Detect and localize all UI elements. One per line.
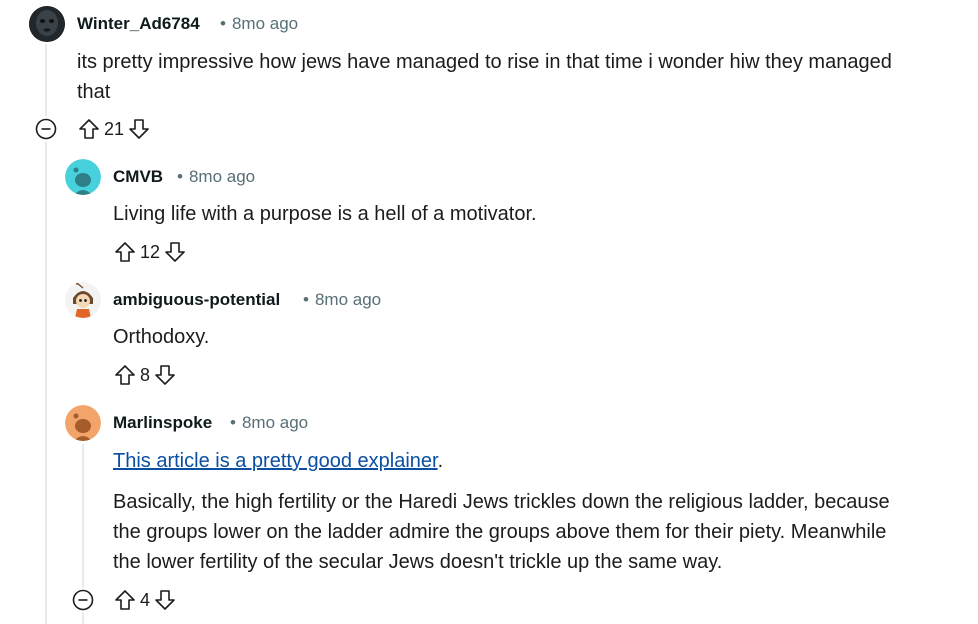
comment-body-line: Basically, the high fertility or the Har… — [113, 491, 890, 513]
comment-author[interactable]: Marlinspoke — [113, 413, 212, 433]
upvote-arrow-icon — [115, 590, 135, 610]
timestamp-text: 8mo ago — [241, 413, 309, 432]
vote-score: 12 — [140, 241, 161, 262]
separator-dot: • — [230, 413, 236, 432]
avatar[interactable] — [65, 282, 101, 318]
timestamp-text: 8mo ago — [188, 167, 256, 186]
comment-timestamp: • 8mo ago — [303, 290, 381, 310]
upvote-arrow-icon — [79, 119, 99, 139]
cartoon-character-avatar-icon — [65, 282, 101, 318]
vote-row: 21 — [76, 116, 152, 142]
comment-author[interactable]: ambiguous-potential — [113, 290, 280, 310]
comment-timestamp: • 8mo ago — [177, 167, 255, 187]
avatar[interactable] — [65, 159, 101, 195]
teal-snoo-avatar-icon — [65, 159, 101, 195]
downvote-arrow-icon — [165, 242, 185, 262]
downvote-arrow-icon — [155, 365, 175, 385]
vote-score: 4 — [140, 589, 151, 610]
comment-body-line: that — [77, 81, 111, 103]
link-suffix: . — [437, 450, 444, 472]
comment-body-line: its pretty impressive how jews have mana… — [77, 51, 892, 73]
upvote-button[interactable] — [112, 587, 138, 613]
separator-dot: • — [177, 167, 183, 186]
separator-dot: • — [220, 14, 226, 33]
comment-body: Orthodoxy. — [113, 326, 210, 348]
avatar[interactable] — [65, 405, 101, 441]
vote-score: 8 — [140, 364, 151, 385]
comment-author[interactable]: Winter_Ad6784 — [77, 14, 200, 34]
thread-line-marlinspoke — [82, 444, 84, 588]
upvote-button[interactable] — [112, 362, 138, 388]
vote-row: 8 — [112, 362, 178, 388]
timestamp-text: 8mo ago — [231, 14, 299, 33]
downvote-arrow-icon — [129, 119, 149, 139]
downvote-button[interactable] — [152, 362, 178, 388]
collapse-thread-icon[interactable] — [72, 589, 94, 611]
comment-body-line: the lower fertility of the secular Jews … — [113, 551, 723, 573]
timestamp-text: 8mo ago — [314, 290, 382, 309]
downvote-button[interactable] — [162, 239, 188, 265]
downvote-button[interactable] — [152, 587, 178, 613]
comment-body-line: the groups lower on the ladder admire th… — [113, 521, 887, 543]
downvote-arrow-icon — [155, 590, 175, 610]
separator-dot: • — [303, 290, 309, 309]
avatar[interactable] — [29, 6, 65, 42]
thread-line-root — [45, 44, 47, 116]
thread-line-replies — [45, 142, 47, 624]
thread-line-marlinspoke-lower — [82, 612, 84, 624]
comment-timestamp: • 8mo ago — [220, 14, 298, 34]
comment-author[interactable]: CMVB — [113, 167, 163, 187]
upvote-button[interactable] — [112, 239, 138, 265]
comment-link-paragraph: This article is a pretty good explainer. — [113, 446, 443, 476]
vote-score: 21 — [104, 118, 125, 139]
orange-snoo-avatar-icon — [65, 405, 101, 441]
comment-body: Living life with a purpose is a hell of … — [113, 203, 537, 225]
downvote-button[interactable] — [126, 116, 152, 142]
collapse-thread-icon[interactable] — [35, 118, 57, 140]
upvote-arrow-icon — [115, 242, 135, 262]
vote-row: 12 — [112, 239, 188, 265]
dark-face-avatar-icon — [29, 6, 65, 42]
upvote-button[interactable] — [76, 116, 102, 142]
vote-row: 4 — [112, 587, 178, 613]
article-link[interactable]: This article is a pretty good explainer — [113, 450, 438, 472]
comment-timestamp: • 8mo ago — [230, 413, 308, 433]
upvote-arrow-icon — [115, 365, 135, 385]
